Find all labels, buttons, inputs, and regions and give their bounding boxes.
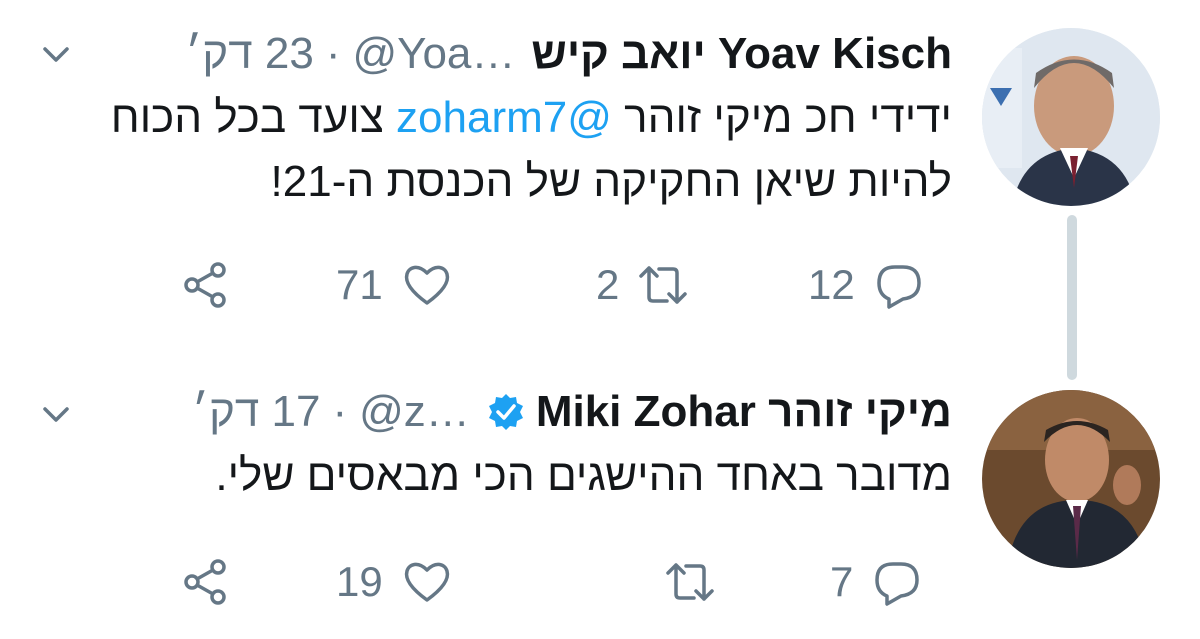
retweet-button[interactable]: 2	[596, 250, 689, 320]
tweet-text-part: מדובר באחד ההישגים הכי מבאסים שלי.	[215, 451, 952, 500]
like-button[interactable]: 71	[336, 250, 453, 320]
author-name[interactable]: Yoav Kisch יואב קיש	[531, 29, 952, 79]
verified-badge-icon	[486, 392, 526, 432]
retweet-icon	[639, 266, 688, 304]
avatar[interactable]	[982, 390, 1160, 568]
share-button[interactable]	[180, 547, 232, 617]
separator-dot: ·	[325, 29, 341, 78]
like-count: 71	[336, 261, 383, 308]
reply-button[interactable]: 12	[808, 250, 925, 320]
tweet-text-part: ידידי חכ מיקי זוהר	[611, 93, 952, 142]
share-icon	[184, 262, 226, 308]
action-bar: 19 7	[0, 547, 1200, 617]
share-button[interactable]	[180, 250, 232, 320]
tweet-text: מדובר באחד ההישגים הכי מבאסים שלי.	[32, 444, 952, 508]
reply-icon	[876, 265, 921, 309]
avatar[interactable]	[982, 28, 1160, 206]
retweet-button[interactable]	[596, 547, 716, 617]
tweet[interactable]: Yoav Kisch יואב קיש @Yoa… · 23 דק׳ ידידי…	[0, 0, 1200, 340]
share-icon	[184, 559, 226, 605]
like-button[interactable]: 19	[336, 547, 453, 617]
separator-dot: ·	[332, 387, 348, 436]
reply-button[interactable]: 7	[830, 547, 923, 617]
author-handle[interactable]: @Yoa…	[352, 29, 515, 79]
tweet-header: Yoav Kisch יואב קיש @Yoa… · 23 דק׳	[185, 26, 952, 82]
retweet-icon	[666, 563, 714, 601]
mention-link[interactable]: @zoharm7	[396, 93, 612, 142]
chevron-down-icon[interactable]	[36, 34, 76, 74]
timestamp[interactable]: 23 דק׳	[185, 29, 313, 79]
chevron-down-icon[interactable]	[36, 394, 76, 434]
tweet-text: ידידי חכ מיקי זוהר @zoharm7 צועד בכל הכו…	[32, 86, 952, 214]
action-bar: 71 2 12	[0, 250, 1200, 320]
heart-icon	[404, 562, 449, 602]
retweet-count: 2	[596, 261, 620, 308]
tweet-header: מיקי זוהר Miki Zohar @z… · 17 דק׳	[192, 384, 952, 440]
timestamp[interactable]: 17 דק׳	[192, 387, 320, 437]
reply-count: 7	[830, 558, 854, 605]
author-handle[interactable]: @z…	[359, 387, 470, 437]
author-name[interactable]: מיקי זוהר Miki Zohar	[536, 387, 952, 437]
like-count: 19	[336, 558, 383, 605]
reply-icon	[875, 562, 920, 606]
reply-count: 12	[808, 261, 855, 308]
heart-icon	[404, 265, 449, 305]
tweet[interactable]: מיקי זוהר Miki Zohar @z… · 17 דק׳ מדובר …	[0, 360, 1200, 639]
